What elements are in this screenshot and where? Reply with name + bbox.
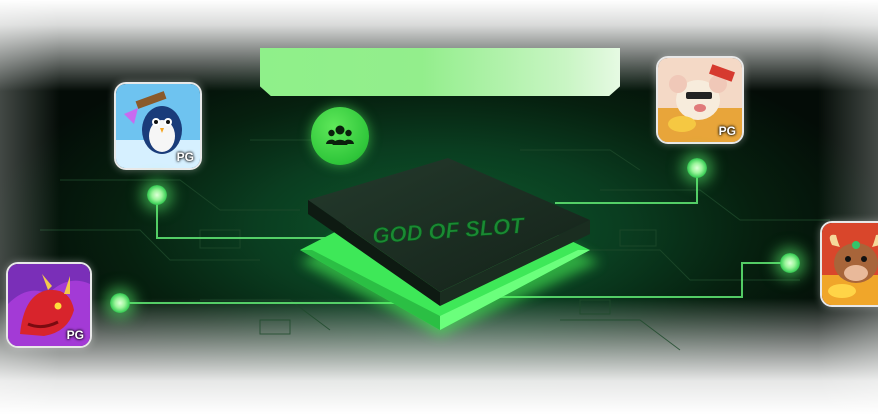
game-tile-fortune-ox[interactable] (820, 221, 878, 307)
provider-label: PG (718, 124, 736, 138)
connection-node (110, 293, 130, 313)
fortune-ox-game-icon (822, 223, 878, 305)
left-fade (0, 0, 60, 414)
users-badge[interactable] (311, 107, 369, 165)
provider-label: PG (66, 328, 84, 342)
users-group-icon (326, 125, 354, 145)
hero-stage: GOD OF SLOT PG PG PG (0, 0, 878, 414)
game-tile-penguin[interactable]: PG (114, 82, 202, 170)
provider-label: PG (176, 150, 194, 164)
game-tile-dragon[interactable]: PG (6, 262, 92, 348)
connection-node (780, 253, 800, 273)
right-fade (818, 0, 878, 414)
title-banner (260, 48, 620, 96)
game-tile-fortune-mouse[interactable]: PG (656, 56, 744, 144)
connection-node (147, 185, 167, 205)
connection-node (687, 158, 707, 178)
